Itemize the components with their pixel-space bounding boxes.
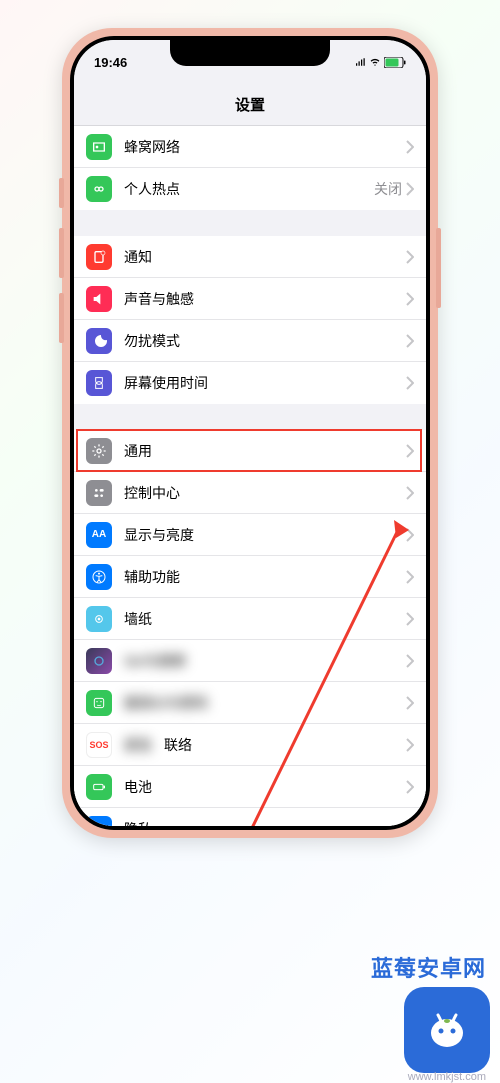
row-general[interactable]: 通用 [74,430,426,472]
row-battery[interactable]: 电池 [74,766,426,808]
chevron-icon [406,334,414,348]
faceid-label: 面容ID与密码 [124,693,406,713]
privacy-icon [86,816,112,826]
hotspot-label: 个人热点 [124,179,374,199]
group-notifications: 通知 声音与触感 勿扰模式 屏幕使用时间 [74,236,426,404]
volume-up [59,228,64,278]
battery-label: 电池 [124,777,406,797]
wifi-icon [370,57,380,67]
chevron-icon [406,528,414,542]
faceid-icon [86,690,112,716]
row-dnd[interactable]: 勿扰模式 [74,320,426,362]
mute-switch [59,178,64,208]
wallpaper-label: 墙纸 [124,609,406,629]
volume-down [59,293,64,343]
battery-row-icon [86,774,112,800]
chevron-icon [406,140,414,154]
row-accessibility[interactable]: 辅助功能 [74,556,426,598]
display-label: 显示与亮度 [124,525,406,545]
chevron-icon [406,612,414,626]
chevron-icon [406,376,414,390]
battery-icon [384,57,406,68]
sounds-icon [86,286,112,312]
row-privacy[interactable]: 隐私 [74,808,426,826]
chevron-icon [406,444,414,458]
row-sounds[interactable]: 声音与触感 [74,278,426,320]
chevron-icon [406,292,414,306]
row-display[interactable]: AA 显示与亮度 [74,514,426,556]
hotspot-icon [86,176,112,202]
chevron-icon [406,570,414,584]
row-control-center[interactable]: 控制中心 [74,472,426,514]
accessibility-icon [86,564,112,590]
control-center-icon [86,480,112,506]
sounds-label: 声音与触感 [124,289,406,309]
chevron-icon [406,780,414,794]
chevron-icon [406,696,414,710]
row-faceid[interactable]: 面容ID与密码 [74,682,426,724]
power-button [436,228,441,308]
row-cellular[interactable]: 蜂窝网络 [74,126,426,168]
chevron-icon [406,738,414,752]
chevron-icon [406,182,414,196]
siri-icon [86,648,112,674]
screentime-label: 屏幕使用时间 [124,373,406,393]
group-network: 蜂窝网络 个人热点 关闭 [74,126,426,210]
sos-icon: SOS [86,732,112,758]
row-screentime[interactable]: 屏幕使用时间 [74,362,426,404]
cellular-label: 蜂窝网络 [124,137,406,157]
watermark-brand: 蓝莓安卓网 [371,951,486,983]
notch [170,40,330,66]
wallpaper-icon [86,606,112,632]
general-icon [86,438,112,464]
row-sos[interactable]: SOS 紧急联络 [74,724,426,766]
group-general: 通用 控制中心 AA 显示与亮度 辅助功能 [74,430,426,826]
screentime-icon [86,370,112,396]
watermark-url: www.lmkjst.com [408,1071,486,1083]
row-siri[interactable]: Siri与搜索 [74,640,426,682]
signal-icon [356,57,366,67]
chevron-icon [406,250,414,264]
phone-frame: 19:46 设置 蜂窝网络 个人热点 [62,28,438,838]
sos-label: 紧急联络 [124,735,406,755]
dnd-label: 勿扰模式 [124,331,406,351]
siri-label: Siri与搜索 [124,651,406,671]
general-label: 通用 [124,441,406,461]
notifications-label: 通知 [124,247,406,267]
chevron-icon [406,822,414,826]
page-title: 设置 [74,84,426,126]
row-notifications[interactable]: 通知 [74,236,426,278]
row-hotspot[interactable]: 个人热点 关闭 [74,168,426,210]
privacy-label: 隐私 [124,819,406,826]
control-center-label: 控制中心 [124,483,406,503]
dnd-icon [86,328,112,354]
watermark-logo [404,987,490,1073]
screen: 19:46 设置 蜂窝网络 个人热点 [74,40,426,826]
chevron-icon [406,654,414,668]
status-time: 19:46 [94,55,127,70]
hotspot-detail: 关闭 [374,179,402,199]
notifications-icon [86,244,112,270]
row-wallpaper[interactable]: 墙纸 [74,598,426,640]
accessibility-label: 辅助功能 [124,567,406,587]
settings-list[interactable]: 蜂窝网络 个人热点 关闭 通知 [74,126,426,826]
display-icon: AA [86,522,112,548]
chevron-icon [406,486,414,500]
cellular-icon [86,134,112,160]
